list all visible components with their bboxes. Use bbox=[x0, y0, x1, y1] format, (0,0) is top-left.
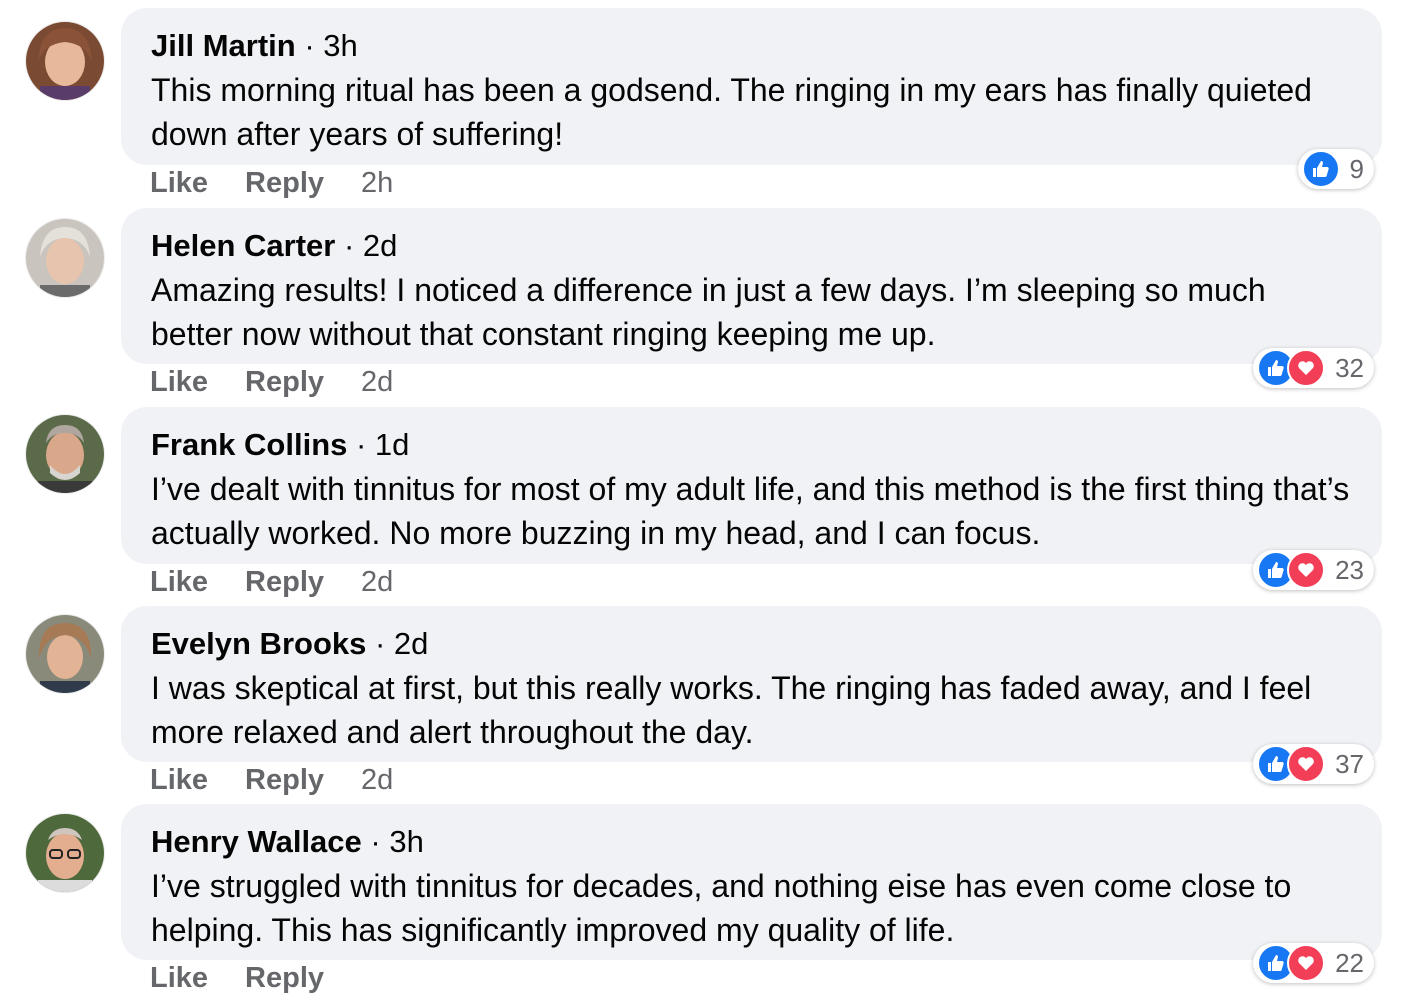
author-name[interactable]: Jill Martin bbox=[151, 28, 296, 63]
reaction-count: 32 bbox=[1335, 352, 1364, 383]
avatar[interactable] bbox=[26, 814, 104, 892]
comment-text: I’ve dealt with tinnitus for most of my … bbox=[151, 471, 1350, 551]
comment-text: This morning ritual has been a godsend. … bbox=[151, 72, 1312, 152]
reaction-count: 9 bbox=[1349, 153, 1364, 184]
like-button[interactable]: Like bbox=[150, 167, 208, 200]
comment-actions: Like Reply 2d bbox=[150, 764, 393, 797]
love-icon bbox=[1287, 745, 1326, 783]
reaction-summary[interactable]: 23 bbox=[1253, 550, 1374, 590]
comment-actions: Like Reply 2d bbox=[150, 566, 393, 599]
comment-actions: Like Reply bbox=[150, 962, 324, 995]
love-icon bbox=[1287, 551, 1326, 589]
like-button[interactable]: Like bbox=[150, 764, 208, 797]
author-name[interactable]: Helen Carter bbox=[151, 228, 335, 263]
posted-time: · 2d bbox=[335, 228, 398, 263]
reaction-count: 37 bbox=[1335, 748, 1364, 779]
avatar[interactable] bbox=[26, 219, 104, 297]
posted-time: · 3h bbox=[361, 824, 424, 859]
reaction-count: 23 bbox=[1335, 554, 1364, 585]
posted-time: · 2d bbox=[366, 626, 429, 661]
like-button[interactable]: Like bbox=[150, 366, 208, 399]
love-icon bbox=[1287, 349, 1326, 387]
reply-button[interactable]: Reply bbox=[245, 167, 324, 200]
love-icon bbox=[1287, 944, 1326, 982]
reply-button[interactable]: Reply bbox=[245, 566, 324, 599]
comment-timestamp: 2d bbox=[361, 566, 394, 598]
reaction-summary[interactable]: 32 bbox=[1253, 348, 1374, 388]
posted-time: · 3h bbox=[295, 28, 358, 63]
comment-actions: Like Reply 2h bbox=[150, 167, 393, 200]
reaction-summary[interactable]: 9 bbox=[1297, 149, 1374, 189]
comment-bubble: Helen Carter · 2d Amazing results! I not… bbox=[121, 208, 1382, 364]
like-icon bbox=[1301, 150, 1340, 188]
comment-bubble: Jill Martin · 3h This morning ritual has… bbox=[121, 8, 1382, 165]
comment-timestamp: 2d bbox=[361, 764, 394, 796]
comment-timestamp: 2d bbox=[361, 366, 394, 398]
like-button[interactable]: Like bbox=[150, 566, 208, 599]
author-name[interactable]: Frank Collins bbox=[151, 427, 347, 462]
comment-text: I was skeptical at first, but this reall… bbox=[151, 670, 1312, 750]
author-name[interactable]: Henry Wallace bbox=[151, 824, 362, 859]
comment-actions: Like Reply 2d bbox=[150, 366, 393, 399]
comment-text: Amazing results! I noticed a difference … bbox=[151, 272, 1266, 352]
avatar[interactable] bbox=[26, 415, 104, 493]
avatar[interactable] bbox=[26, 615, 104, 693]
reaction-summary[interactable]: 22 bbox=[1253, 943, 1374, 983]
reaction-summary[interactable]: 37 bbox=[1253, 744, 1374, 784]
comment-bubble: Evelyn Brooks · 2d I was skeptical at fi… bbox=[121, 606, 1382, 762]
reaction-count: 22 bbox=[1335, 947, 1364, 978]
comment-bubble: Henry Wallace · 3h I’ve struggled with t… bbox=[121, 804, 1382, 960]
avatar[interactable] bbox=[26, 22, 104, 100]
reply-button[interactable]: Reply bbox=[245, 764, 324, 797]
comment-bubble: Frank Collins · 1d I’ve dealt with tinni… bbox=[121, 407, 1382, 564]
like-button[interactable]: Like bbox=[150, 962, 208, 995]
reply-button[interactable]: Reply bbox=[245, 962, 324, 995]
reply-button[interactable]: Reply bbox=[245, 366, 324, 399]
comment-text: I’ve struggled with tinnitus for decades… bbox=[151, 868, 1292, 948]
comment-timestamp: 2h bbox=[361, 167, 394, 199]
posted-time: · 1d bbox=[347, 427, 410, 462]
author-name[interactable]: Evelyn Brooks bbox=[151, 626, 366, 661]
